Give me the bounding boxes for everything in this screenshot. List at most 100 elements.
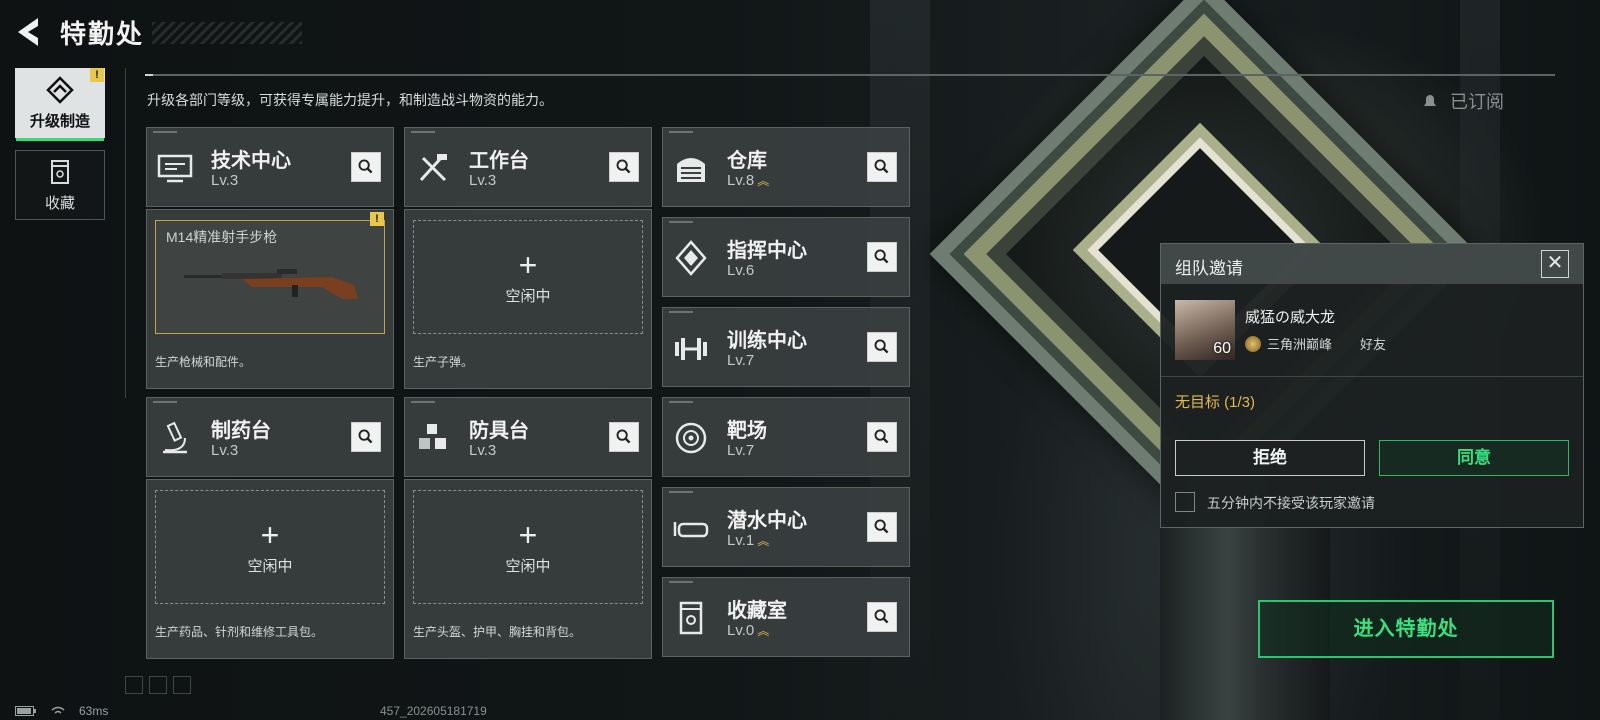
- search-icon[interactable]: [867, 332, 897, 362]
- card-decoration: [153, 401, 177, 403]
- divider: [1161, 376, 1583, 377]
- dept-name: 潜水中心: [727, 510, 807, 532]
- microscope-icon: [163, 421, 187, 454]
- wifi-icon: [51, 706, 65, 714]
- enter-button[interactable]: 进入特勤处: [1258, 600, 1554, 658]
- dept-level: Lv.0 ︽: [727, 622, 769, 639]
- dept-level: Lv.1 ︽: [727, 532, 769, 549]
- search-icon[interactable]: [867, 602, 897, 632]
- dept-level: Lv.3: [211, 172, 239, 189]
- dept-level: Lv.3: [211, 442, 239, 459]
- card-decoration: [669, 401, 693, 403]
- target-icon: [675, 422, 707, 454]
- upgrade-arrow-icon: ︽: [757, 174, 770, 188]
- dumbbell-icon: [675, 338, 707, 360]
- dept-name: 制药台: [211, 420, 271, 442]
- cabinet-icon: [679, 601, 703, 635]
- level-text: Lv.0: [727, 622, 755, 639]
- tab-collection[interactable]: 收藏: [15, 150, 105, 220]
- alert-badge: !: [370, 212, 384, 226]
- tab-label: 升级制造: [29, 112, 90, 130]
- rifle-image: [184, 269, 358, 299]
- bottom-decorations: [125, 676, 191, 694]
- avatar[interactable]: 60: [1175, 300, 1235, 360]
- dept-level: Lv.7: [727, 352, 755, 369]
- rank-label: 三角洲巅峰: [1267, 337, 1333, 352]
- production-slot-empty[interactable]: + 空闲中: [413, 490, 643, 604]
- rank-badge-icon: [1245, 335, 1261, 352]
- search-icon[interactable]: [867, 152, 897, 182]
- dept-level: Lv.3: [469, 442, 497, 459]
- build-version: 457_202605181719: [380, 704, 487, 718]
- production-panel-tech: M14精准射手步枪 生产枪械和配件。: [146, 209, 394, 389]
- upgrade-icon: [46, 75, 74, 104]
- production-slot-empty[interactable]: + 空闲中: [155, 490, 385, 604]
- page-title: 特勤处: [60, 19, 145, 49]
- cubes-icon: [419, 424, 446, 449]
- mute-label: 五分钟内不接受该玩家邀请: [1207, 495, 1375, 511]
- slot-status: 空闲中: [505, 287, 551, 305]
- card-decoration: [669, 491, 693, 493]
- reject-button[interactable]: 拒绝: [1175, 440, 1365, 476]
- dept-card-diving[interactable]: 潜水中心 Lv.1 ︽: [662, 487, 910, 567]
- search-icon[interactable]: [351, 152, 381, 182]
- dept-card-workbench[interactable]: 工作台 Lv.3: [404, 127, 652, 207]
- production-panel-pharmacy: + 空闲中 生产药品、针剂和维修工具包。: [146, 479, 394, 659]
- subscribed-label: 已订阅: [1450, 92, 1504, 112]
- dept-level: Lv.3: [469, 172, 497, 189]
- upgrade-arrow-icon: ︽: [757, 534, 770, 548]
- dept-card-collection[interactable]: 收藏室 Lv.0 ︽: [662, 577, 910, 657]
- production-desc: 生产枪械和配件。: [155, 355, 252, 369]
- add-icon: +: [518, 516, 538, 553]
- dept-name: 工作台: [469, 150, 529, 172]
- slot-status: 空闲中: [247, 557, 293, 575]
- dept-card-warehouse[interactable]: 仓库 Lv.8 ︽: [662, 127, 910, 207]
- search-icon[interactable]: [609, 422, 639, 452]
- dept-card-command[interactable]: 指挥中心 Lv.6: [662, 217, 910, 297]
- production-desc: 生产头盔、护甲、胸挂和背包。: [413, 625, 582, 639]
- dept-name: 指挥中心: [727, 240, 807, 262]
- player-rank: 三角洲巅峰 好友: [1245, 334, 1386, 353]
- card-decoration: [669, 311, 693, 313]
- dept-card-training[interactable]: 训练中心 Lv.7: [662, 307, 910, 387]
- production-slot-filled[interactable]: M14精准射手步枪: [155, 220, 385, 334]
- accept-button[interactable]: 同意: [1379, 440, 1569, 476]
- collection-icon: [51, 159, 69, 184]
- tools-icon: [419, 154, 447, 182]
- card-decoration: [669, 221, 693, 223]
- mute-checkbox[interactable]: [1175, 492, 1195, 512]
- subscribed-status[interactable]: 已订阅: [1420, 88, 1504, 114]
- dept-level: Lv.6: [727, 262, 755, 279]
- search-icon[interactable]: [867, 242, 897, 272]
- dept-name: 收藏室: [727, 600, 787, 622]
- search-icon[interactable]: [867, 422, 897, 452]
- battery-icon: [15, 706, 36, 716]
- dept-card-range[interactable]: 靶场 Lv.7: [662, 397, 910, 477]
- item-name: M14精准射手步枪: [166, 229, 278, 245]
- card-decoration: [669, 131, 693, 133]
- search-icon[interactable]: [867, 512, 897, 542]
- level-text: Lv.1: [727, 532, 755, 549]
- dialog-title: 组队邀请: [1175, 259, 1243, 278]
- alert-badge: !: [90, 68, 104, 82]
- dept-card-pharmacy[interactable]: 制药台 Lv.3: [146, 397, 394, 477]
- slot-status: 空闲中: [505, 557, 551, 575]
- search-icon[interactable]: [609, 152, 639, 182]
- level-text: Lv.8: [727, 172, 755, 189]
- add-icon: +: [260, 516, 280, 553]
- player-level: 60: [1213, 340, 1231, 357]
- back-arrow-icon[interactable]: [14, 16, 44, 48]
- dept-card-tech[interactable]: 技术中心 Lv.3: [146, 127, 394, 207]
- production-slot-empty[interactable]: + 空闲中: [413, 220, 643, 334]
- production-desc: 生产药品、针剂和维修工具包。: [155, 625, 324, 639]
- search-icon[interactable]: [351, 422, 381, 452]
- bell-icon: [1424, 95, 1436, 106]
- dept-card-armor[interactable]: 防具台 Lv.3: [404, 397, 652, 477]
- relation-label: 好友: [1360, 337, 1387, 352]
- dept-name: 靶场: [727, 420, 767, 442]
- production-panel-workbench: + 空闲中 生产子弹。: [404, 209, 652, 389]
- page-subtitle: 升级各部门等级，可获得专属能力提升，和制造战斗物资的能力。: [147, 92, 553, 108]
- card-decoration: [411, 401, 435, 403]
- close-icon[interactable]: ✕: [1541, 250, 1569, 278]
- monitor-icon: [157, 154, 193, 183]
